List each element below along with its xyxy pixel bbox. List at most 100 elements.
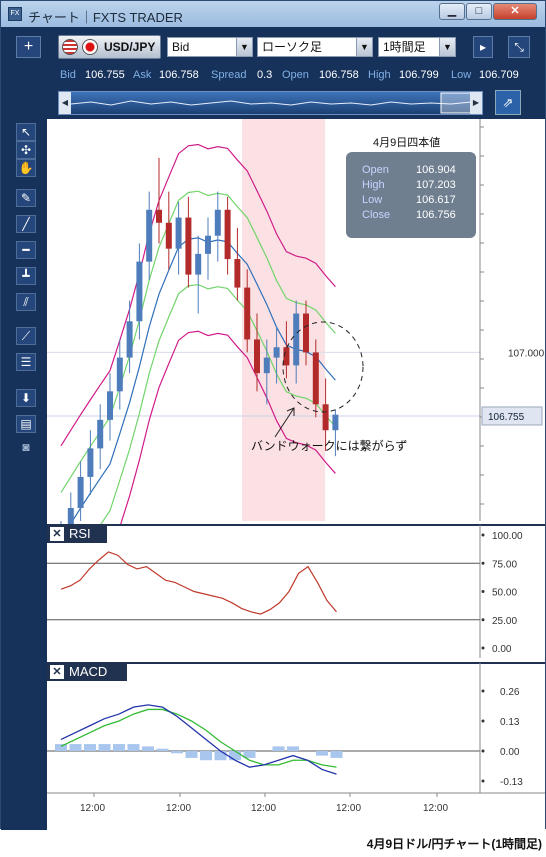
macd-histogram-bar	[287, 746, 299, 751]
navigator-right-arrow[interactable]: ▶	[470, 92, 482, 114]
camera-icon[interactable]: ◙	[16, 439, 36, 457]
jp-flag-icon	[82, 39, 98, 55]
macd-histogram-bar	[113, 744, 125, 751]
title-bar[interactable]: FX チャート｜FXTS TRADER ▁ □ ✕	[1, 1, 545, 27]
window-title: チャート｜FXTS TRADER	[28, 10, 183, 25]
ask-label: Ask	[133, 69, 152, 81]
macd-tick-dot	[481, 689, 485, 693]
candle-body	[146, 209, 153, 262]
candle-body	[205, 235, 211, 254]
add-chart-button[interactable]: +	[16, 36, 41, 58]
rsi-tick-label: 100.00	[492, 531, 523, 542]
macd-histogram-bar	[156, 748, 169, 751]
candle-body	[107, 391, 113, 420]
toolbar: + USD/JPY Bid ▼ ローソク足 ▼ 1時間足 ▼ ▸ ⤡	[1, 27, 545, 65]
timeframe-value: 1時間足	[383, 40, 426, 54]
close-button[interactable]: ✕	[493, 3, 537, 20]
low-label: Low	[451, 69, 472, 81]
macd-signal-line	[60, 708, 337, 768]
candle-body	[322, 404, 329, 431]
rsi-tick-label: 0.00	[492, 644, 512, 655]
macd-histogram-bar	[330, 751, 343, 758]
ohlc-label: Close	[362, 209, 391, 221]
rsi-title: RSI	[69, 526, 91, 541]
maximize-button[interactable]: □	[466, 3, 492, 20]
bid-label: Bid	[60, 69, 76, 81]
detach-icon[interactable]: ⤡	[508, 36, 530, 58]
list-icon[interactable]: ▤	[16, 415, 36, 433]
macd-histogram-bar	[200, 751, 212, 761]
channel-icon[interactable]: ⫽	[16, 293, 36, 311]
candle-body	[293, 313, 300, 366]
navigator-strip[interactable]: ◀ ▶	[58, 91, 483, 115]
candle-body	[195, 253, 202, 275]
download-icon[interactable]: ⬇	[16, 389, 36, 407]
fan-icon[interactable]: ⟋	[16, 327, 36, 345]
low-value: 106.709	[479, 69, 519, 81]
macd-histogram-bar	[171, 751, 183, 754]
pencil-icon[interactable]: ✎	[16, 189, 36, 207]
rsi-tick-dot	[481, 646, 485, 650]
rsi-panel-tag: ✕ RSI	[47, 525, 107, 543]
chevron-down-icon: ▼	[356, 38, 372, 56]
candle-body	[254, 339, 260, 374]
macd-tick-dot	[481, 779, 485, 783]
rsi-tick-label: 50.00	[492, 588, 517, 599]
chevron-down-icon: ▼	[439, 38, 455, 56]
open-label: Open	[282, 69, 309, 81]
macd-panel-tag: ✕ MACD	[47, 663, 127, 681]
macd-tick-label: -0.13	[500, 777, 523, 788]
rsi-tick-label: 25.00	[492, 616, 517, 627]
crosshair-icon[interactable]: ✣	[16, 141, 36, 159]
macd-histogram-bar	[84, 744, 96, 751]
currency-pair-button[interactable]: USD/JPY	[58, 35, 161, 59]
macd-histogram-bar	[127, 744, 140, 751]
candle-body	[224, 209, 231, 260]
close-icon[interactable]: ✕	[50, 527, 64, 541]
rsi-tick-dot	[481, 590, 485, 593]
chart-type-select[interactable]: ローソク足 ▼	[257, 37, 373, 57]
hline-icon[interactable]: ━	[16, 241, 36, 259]
macd-tick-dot	[481, 719, 485, 723]
ohlc-value: 107.203	[416, 179, 456, 191]
price-level-label: 107.000	[508, 348, 545, 359]
ask-value: 106.758	[159, 69, 199, 81]
rsi-tick-dot	[481, 533, 485, 537]
cursor-icon[interactable]: ↖	[16, 123, 36, 141]
fibonacci-icon[interactable]: ☰	[16, 353, 36, 371]
macd-histogram-bar	[229, 751, 241, 761]
time-axis-label: 12:00	[251, 803, 276, 814]
ohlc-label: Low	[362, 194, 383, 206]
price-type-value: Bid	[172, 40, 190, 54]
pin-icon[interactable]: ▸	[473, 36, 493, 58]
price-type-select[interactable]: Bid ▼	[167, 37, 253, 57]
navigator-left-arrow[interactable]: ◀	[59, 92, 71, 114]
macd-title: MACD	[69, 664, 108, 679]
candle-body	[244, 287, 251, 340]
sync-icon[interactable]: ⇗	[495, 90, 521, 115]
time-axis-label: 12:00	[80, 803, 105, 814]
time-axis-label: 12:00	[336, 803, 361, 814]
close-icon[interactable]: ✕	[50, 665, 64, 679]
vline-icon[interactable]: ┻	[16, 267, 36, 285]
hand-icon[interactable]: ✋	[16, 159, 36, 177]
ohlc-label: Open	[362, 164, 389, 176]
rsi-tick-dot	[481, 618, 485, 622]
current-price-label: 106.755	[488, 412, 525, 423]
rsi-pane-background	[47, 525, 480, 658]
candle-body	[185, 217, 192, 275]
chevron-down-icon: ▼	[236, 38, 252, 56]
ohlc-box: Open 106.904 High 107.203 Low 106.617 Close 106…	[346, 152, 476, 238]
candle-body	[263, 357, 270, 374]
navigator-preview	[71, 92, 471, 114]
trendline-icon[interactable]: ╱	[16, 215, 36, 233]
timeframe-select[interactable]: 1時間足 ▼	[378, 37, 456, 57]
app-icon: FX	[8, 7, 22, 21]
minimize-button[interactable]: ▁	[439, 3, 465, 20]
candle-body	[116, 357, 123, 392]
macd-tick-dot	[481, 749, 485, 753]
ohlc-label: High	[362, 179, 385, 191]
high-label: High	[368, 69, 391, 81]
macd-line	[60, 704, 337, 775]
us-flag-icon	[62, 39, 78, 55]
